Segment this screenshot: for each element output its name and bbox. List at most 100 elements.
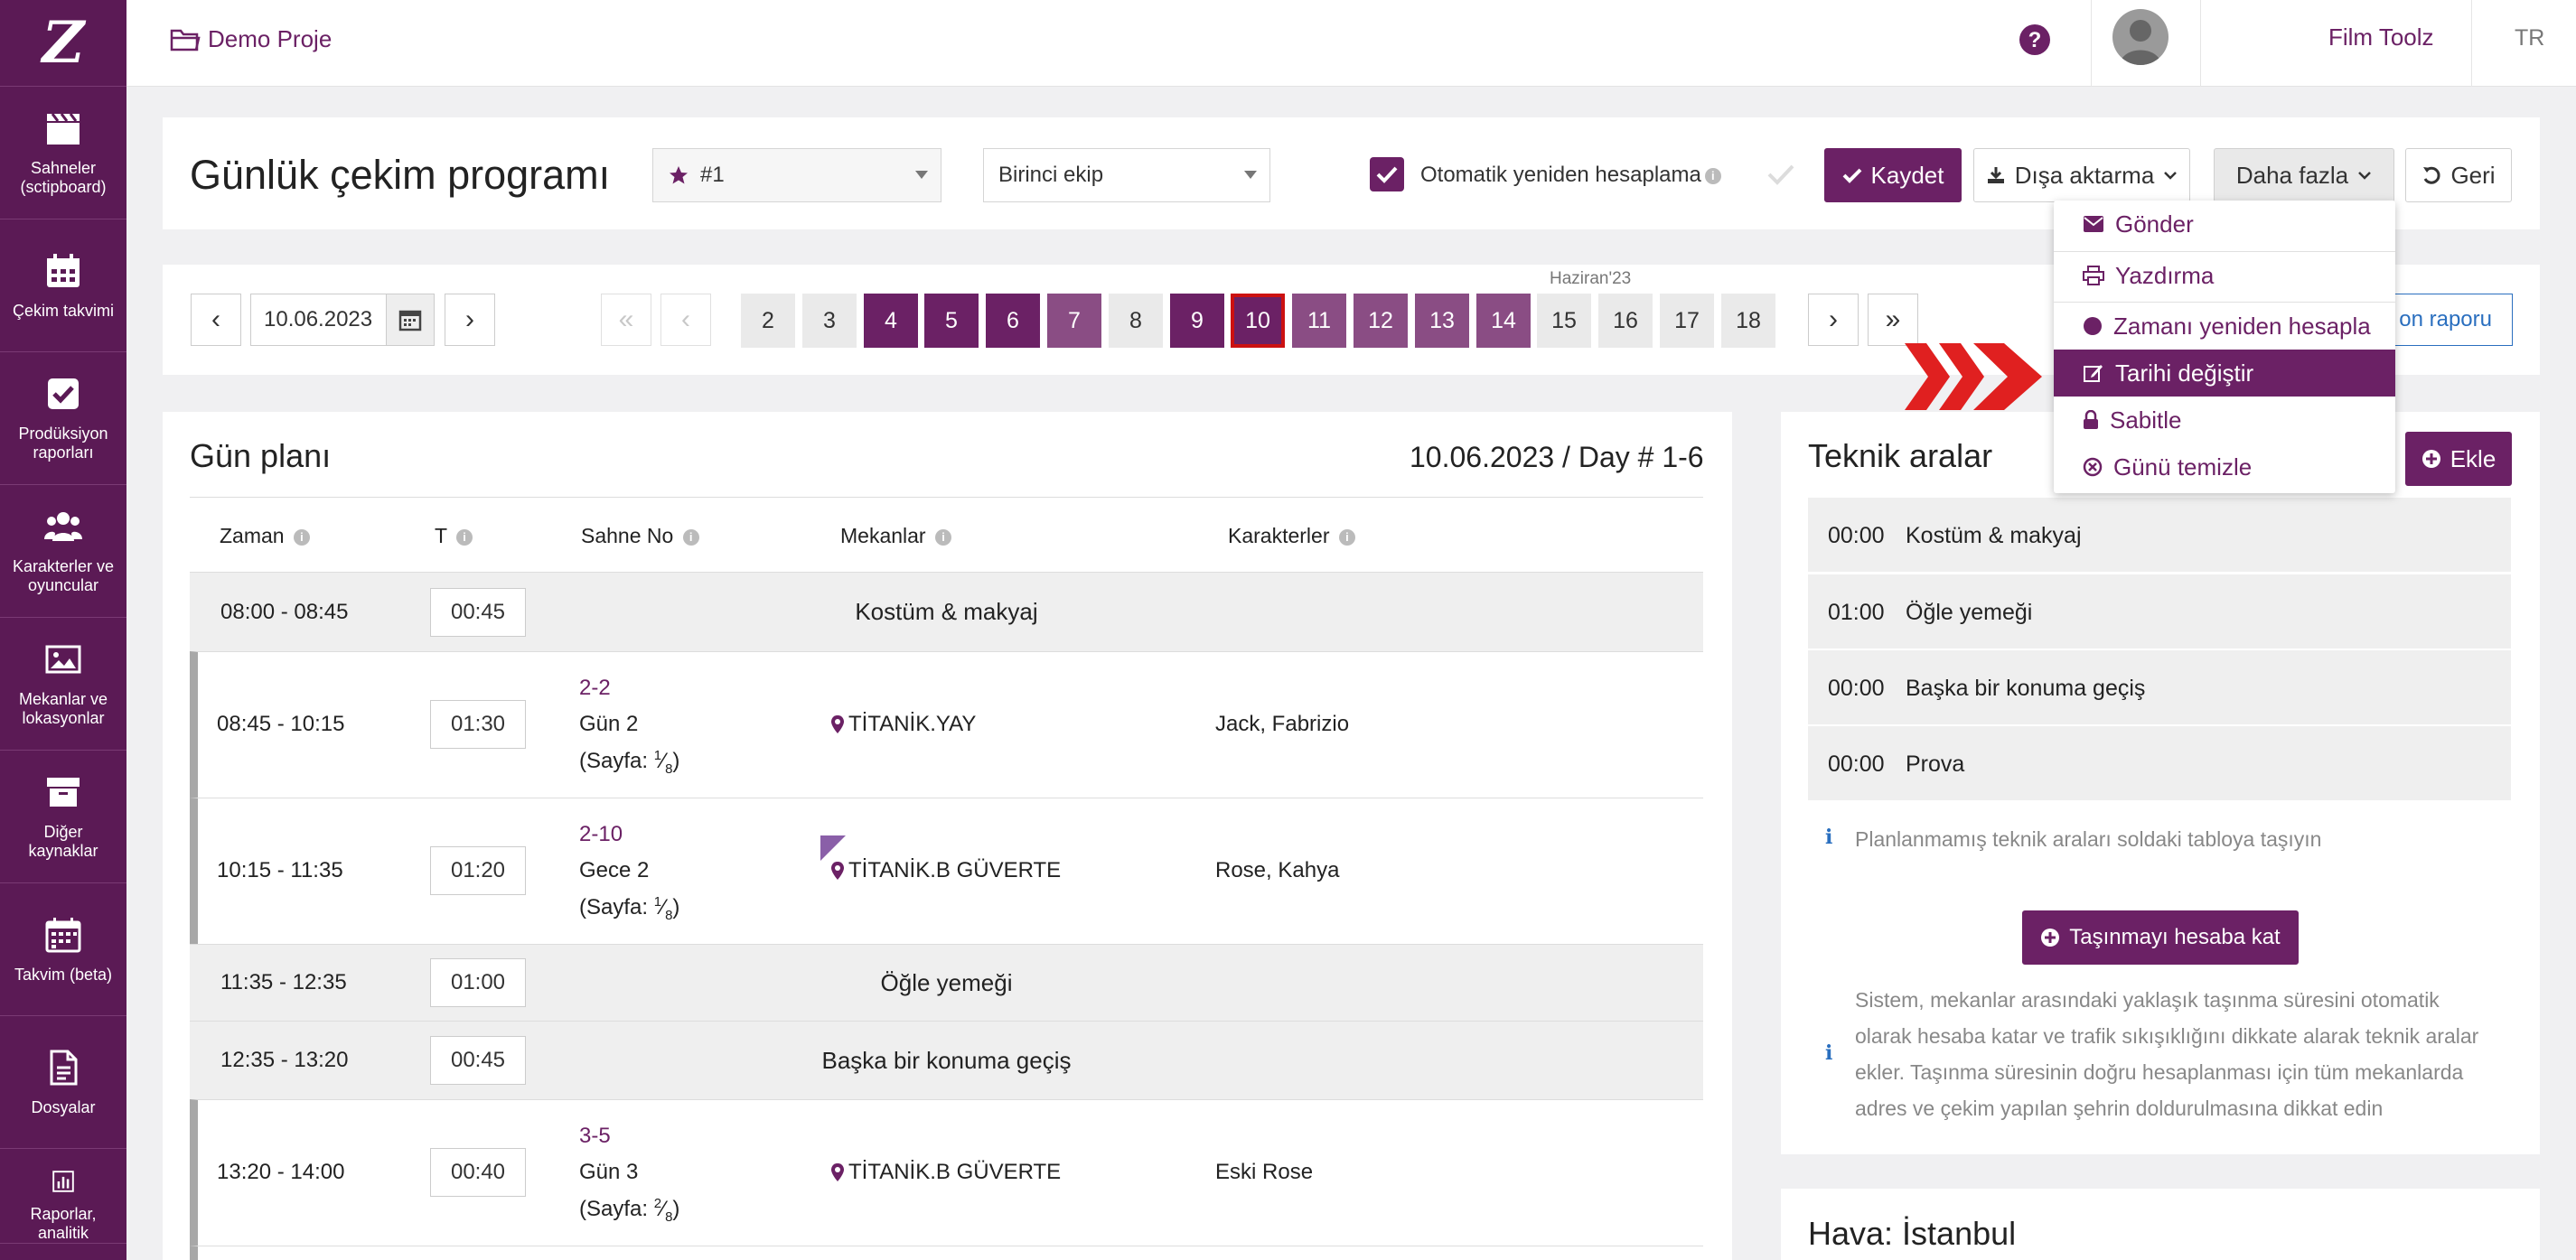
menu-item-send[interactable]: Gönder [2054, 201, 2395, 247]
scene-number[interactable]: 2-10 [579, 822, 623, 847]
sidebar-item-files[interactable]: Dosyalar [0, 1016, 126, 1149]
travel-hint-line: olarak hesaba katar ve trafik sıkışıklığ… [1855, 1024, 2479, 1048]
sidebar-item-locations[interactable]: Mekanlar ve lokasyonlar [0, 618, 126, 751]
folder-icon [170, 29, 201, 51]
project-link[interactable]: Demo Proje [170, 25, 332, 53]
prev-page-button[interactable]: ‹ [660, 294, 711, 346]
sidebar-item-reports[interactable]: Raporlar, analitik [0, 1149, 126, 1244]
save-button[interactable]: Kaydet [1824, 148, 1962, 202]
duration-input[interactable]: 00:40 [430, 1148, 526, 1197]
users-icon [44, 512, 82, 541]
tech-break-item[interactable]: 00:00 Prova [1808, 726, 2511, 801]
day-button-15[interactable]: 15 [1537, 294, 1591, 348]
day-button-6[interactable]: 6 [986, 294, 1040, 348]
auto-recalc-checkbox[interactable] [1370, 157, 1404, 191]
tech-break-item[interactable]: 01:00 Öğle yemeği [1808, 574, 2511, 649]
next-page-button[interactable]: › [1808, 294, 1859, 346]
undo-icon [2423, 166, 2440, 184]
scene-pages: (Sayfa: 1⁄8) [579, 748, 680, 777]
day-button-10[interactable]: 10 [1231, 294, 1285, 348]
calendar-picker-button[interactable] [386, 294, 435, 346]
last-page-button[interactable]: » [1868, 294, 1918, 346]
duration-input[interactable]: 01:20 [430, 846, 526, 895]
more-button[interactable]: Daha fazla [2214, 148, 2394, 202]
tech-hint: Planlanmamış teknik araları soldaki tabl… [1855, 827, 2322, 851]
table-row[interactable]: 13:20 - 14:00 00:40 3-5 Gün 3 (Sayfa: 2⁄… [190, 1099, 1703, 1246]
menu-item-label: Yazdırma [2115, 261, 2215, 289]
map-pin-icon [831, 1163, 844, 1181]
menu-item-change-date[interactable]: Tarihi değiştir [2054, 350, 2395, 397]
tech-break-item[interactable]: 00:00 Kostüm & makyaj [1808, 498, 2511, 573]
sidebar-item-shooting-schedule[interactable]: Çekim takvimi [0, 219, 126, 352]
sidebar-item-production-reports[interactable]: Prodüksiyon raporları [0, 352, 126, 485]
scene-number[interactable]: 2-2 [579, 676, 611, 701]
help-icon[interactable]: ? [2019, 23, 2051, 56]
day-button-12[interactable]: 12 [1354, 294, 1408, 348]
day-button-4[interactable]: 4 [864, 294, 918, 348]
schedule-select[interactable]: #1 [652, 148, 941, 202]
day-button-18[interactable]: 18 [1721, 294, 1775, 348]
day-button-8[interactable]: 8 [1109, 294, 1163, 348]
day-button-14[interactable]: 14 [1476, 294, 1531, 348]
scene-number[interactable]: 3-5 [579, 1124, 611, 1149]
date-input[interactable]: 10.06.2023 [250, 294, 388, 346]
day-button-17[interactable]: 17 [1660, 294, 1714, 348]
info-icon: i [935, 528, 951, 546]
page-num: 2 [653, 1196, 662, 1211]
menu-item-recalculate[interactable]: Zamanı yeniden hesapla [2054, 303, 2395, 350]
location[interactable]: TİTANİK.B GÜVERTE [830, 1160, 1061, 1185]
avatar[interactable] [2112, 9, 2169, 65]
sidebar-item-scenes[interactable]: Sahneler (sctipboard) [0, 87, 126, 219]
day-button-13[interactable]: 13 [1415, 294, 1469, 348]
day-button-2[interactable]: 2 [741, 294, 795, 348]
table-row[interactable]: 12:35 - 13:20 00:45 Başka bir konuma geç… [190, 1021, 1703, 1099]
chevron-down-icon [2358, 172, 2372, 180]
first-page-button[interactable]: « [601, 294, 651, 346]
checkbox-icon [48, 378, 79, 409]
table-row[interactable]: 11:35 - 12:35 01:00 Öğle yemeği [190, 944, 1703, 1021]
chevron-down-icon [1244, 171, 1257, 179]
prev-date-button[interactable]: ‹ [191, 294, 241, 346]
add-break-button[interactable]: Ekle [2405, 432, 2512, 486]
duration-input[interactable]: 01:30 [430, 700, 526, 749]
col-time-label: Zaman [220, 524, 285, 547]
bar-chart-icon [52, 1171, 74, 1192]
export-button[interactable]: Dışa aktarma [1973, 148, 2190, 202]
location[interactable]: TİTANİK.YAY [830, 712, 976, 737]
next-date-button[interactable]: › [445, 294, 495, 346]
day-button-11[interactable]: 11 [1292, 294, 1346, 348]
day-button-16[interactable]: 16 [1598, 294, 1653, 348]
envelope-icon [2084, 216, 2103, 232]
table-row[interactable]: 08:45 - 10:15 01:30 2-2 Gün 2 (Sayfa: 1⁄… [190, 651, 1703, 798]
back-label: Geri [2450, 161, 2496, 189]
table-row[interactable]: 08:00 - 08:45 00:45 Kostüm & makyaj [190, 572, 1703, 651]
page-suffix: ) [672, 895, 680, 919]
clear-icon [2083, 457, 2103, 477]
day-button-5[interactable]: 5 [924, 294, 979, 348]
language-switch[interactable]: TR [2515, 25, 2544, 51]
table-row[interactable]: 10:15 - 11:35 01:20 2-10 Gece 2 (Sayfa: … [190, 798, 1703, 944]
page-suffix: ) [672, 1197, 680, 1221]
sidebar-item-other-resources[interactable]: Diğer kaynaklar [0, 751, 126, 883]
break-name: Kostüm & makyaj [1906, 523, 2082, 548]
day-button-7[interactable]: 7 [1047, 294, 1101, 348]
menu-item-clear-day[interactable]: Günü temizle [2054, 443, 2395, 490]
menu-item-print[interactable]: Yazdırma [2054, 252, 2395, 299]
crew-select[interactable]: Birinci ekip [983, 148, 1270, 202]
sidebar-item-label: Raporlar, analitik [30, 1205, 97, 1242]
sidebar-item-label: Sahneler (sctipboard) [20, 159, 107, 196]
menu-item-pin[interactable]: Sabitle [2054, 397, 2395, 443]
check-icon [1767, 164, 1794, 185]
sidebar-item-calendar-beta[interactable]: Takvim (beta) [0, 883, 126, 1016]
back-button[interactable]: Geri [2405, 148, 2512, 202]
user-name[interactable]: Film Toolz [2328, 23, 2434, 51]
app-logo[interactable]: Z [0, 0, 126, 87]
travel-button[interactable]: Taşınmayı hesaba kat [2022, 910, 2299, 965]
sidebar-item-label: Takvim (beta) [14, 965, 113, 984]
location[interactable]: TİTANİK.B GÜVERTE [830, 858, 1061, 883]
day-button-9[interactable]: 9 [1170, 294, 1224, 348]
sidebar-item-characters[interactable]: Karakterler ve oyuncular [0, 485, 126, 618]
auto-recalc-text: Otomatik yeniden hesaplama [1420, 163, 1701, 187]
day-button-3[interactable]: 3 [802, 294, 857, 348]
tech-break-item[interactable]: 00:00 Başka bir konuma geçiş [1808, 650, 2511, 725]
